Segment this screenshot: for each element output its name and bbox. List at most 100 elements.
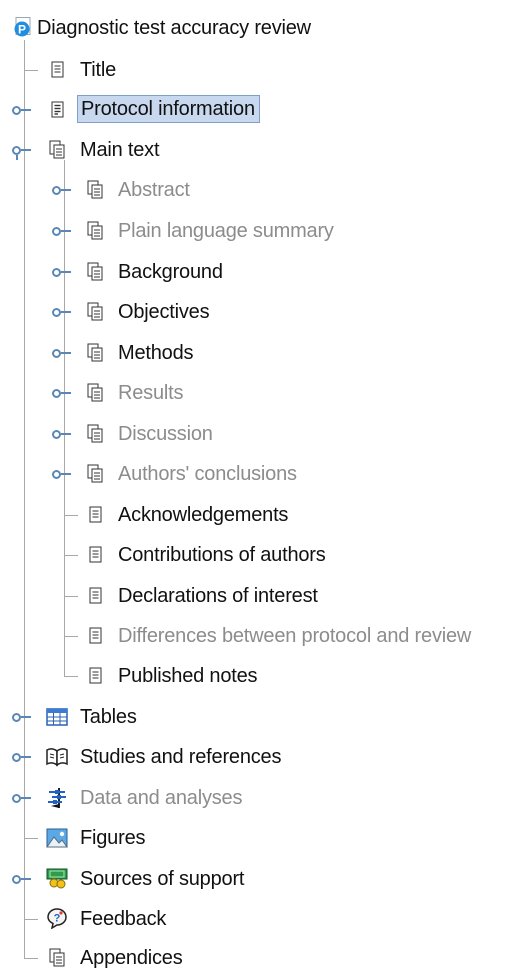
documents-icon <box>86 262 106 282</box>
documents-icon <box>86 221 106 241</box>
tree-item-label: Studies and references <box>80 746 282 768</box>
tree-item-appendices[interactable]: Appendices <box>0 938 526 971</box>
expand-toggle-icon[interactable] <box>52 268 61 277</box>
documents-icon <box>48 948 68 968</box>
tree-item-abstract[interactable]: Abstract <box>0 170 526 210</box>
book-icon <box>46 747 68 767</box>
expand-toggle-icon[interactable] <box>12 794 21 803</box>
tree-item-background[interactable]: Background <box>0 252 526 292</box>
tree-item-label: Methods <box>118 342 194 364</box>
expand-toggle-icon[interactable] <box>12 106 21 115</box>
expand-toggle-icon[interactable] <box>12 713 21 722</box>
review-outline-tree: P Diagnostic test accuracy review Title … <box>0 0 526 971</box>
documents-icon <box>86 302 106 322</box>
tree-item-authors-conclusions[interactable]: Authors' conclusions <box>0 454 526 494</box>
toggle-stem <box>21 756 31 758</box>
table-icon <box>46 707 68 727</box>
tree-item-contributions-of-authors[interactable]: Contributions of authors <box>0 535 526 575</box>
toggle-stem <box>61 271 71 273</box>
tree-item-discussion[interactable]: Discussion <box>0 414 526 454</box>
documents-icon <box>86 383 106 403</box>
review-p-icon: P <box>13 17 33 37</box>
toggle-stem <box>21 878 31 880</box>
tree-item-label: Acknowledgements <box>118 504 289 526</box>
tree-branch <box>64 636 78 637</box>
tree-item-studies-and-references[interactable]: Studies and references <box>0 737 526 777</box>
tree-item-label: Appendices <box>80 947 183 969</box>
tree-item-label: Main text <box>80 139 160 161</box>
tree-branch <box>64 555 78 556</box>
expand-toggle-icon[interactable] <box>52 308 61 317</box>
tree-item-declarations-of-interest[interactable]: Declarations of interest <box>0 576 526 616</box>
tree-item-published-notes[interactable]: Published notes <box>0 656 526 696</box>
toggle-stem <box>21 149 31 151</box>
tree-item-label: Data and analyses <box>80 787 243 809</box>
tree-item-label: Declarations of interest <box>118 585 318 607</box>
toggle-stem <box>21 109 31 111</box>
tree-item-label: Abstract <box>118 179 190 201</box>
document-icon <box>86 586 106 606</box>
expand-toggle-icon[interactable] <box>52 389 61 398</box>
tree-branch <box>24 70 38 71</box>
toggle-stem <box>61 433 71 435</box>
feedback-bubble-icon: ? <box>46 907 67 929</box>
expand-toggle-icon[interactable] <box>52 470 61 479</box>
tree-item-label: Figures <box>80 827 146 849</box>
document-icon <box>86 545 106 565</box>
forest-plot-icon <box>46 787 66 808</box>
expand-toggle-icon[interactable] <box>12 875 21 884</box>
tree-item-label: Differences between protocol and review <box>118 625 472 647</box>
tree-item-figures[interactable]: Figures <box>0 818 526 858</box>
expand-toggle-icon[interactable] <box>52 186 61 195</box>
tree-item-tables[interactable]: Tables <box>0 697 526 737</box>
tree-branch <box>64 596 78 597</box>
toggle-stem <box>61 352 71 354</box>
tree-item-label: Title <box>80 59 117 81</box>
tree-item-results[interactable]: Results <box>0 373 526 413</box>
tree-item-label: Protocol information <box>77 95 260 123</box>
documents-icon <box>86 180 106 200</box>
tree-item-plain-language-summary[interactable]: Plain language summary <box>0 211 526 251</box>
tree-item-label: Plain language summary <box>118 220 334 242</box>
tree-item-label: Discussion <box>118 423 213 445</box>
tree-item-differences-between-protocol-and-review[interactable]: Differences between protocol and review <box>0 616 526 656</box>
tree-item-title[interactable]: Title <box>0 50 526 90</box>
tree-item-objectives[interactable]: Objectives <box>0 292 526 332</box>
tree-item-sources-of-support[interactable]: Sources of support <box>0 859 526 899</box>
documents-icon <box>86 464 106 484</box>
tree-item-protocol-information[interactable]: Protocol information <box>0 90 526 130</box>
document-lines-icon <box>48 100 68 120</box>
expand-toggle-icon[interactable] <box>52 227 61 236</box>
toggle-stem <box>21 797 31 799</box>
toggle-stem <box>61 392 71 394</box>
tree-item-main-text[interactable]: Main text <box>0 130 526 170</box>
svg-text:P: P <box>18 23 26 37</box>
tree-item-label: Published notes <box>118 665 258 687</box>
svg-text:?: ? <box>54 913 61 925</box>
toggle-stem <box>61 311 71 313</box>
toggle-stem <box>61 189 71 191</box>
tree-branch <box>24 958 38 959</box>
expand-toggle-icon[interactable] <box>12 753 21 762</box>
tree-root[interactable]: P Diagnostic test accuracy review <box>0 8 526 48</box>
tree-item-acknowledgements[interactable]: Acknowledgements <box>0 495 526 535</box>
tree-item-data-and-analyses[interactable]: Data and analyses <box>0 778 526 818</box>
document-icon <box>86 626 106 646</box>
tree-item-label: Contributions of authors <box>118 544 326 566</box>
toggle-stem <box>61 473 71 475</box>
tree-item-label: Objectives <box>118 301 210 323</box>
document-icon <box>86 505 106 525</box>
collapse-toggle-icon[interactable] <box>12 146 21 160</box>
money-icon <box>46 867 68 889</box>
tree-item-label: Tables <box>80 706 137 728</box>
tree-branch <box>24 919 38 920</box>
toggle-stem <box>61 230 71 232</box>
documents-icon <box>86 343 106 363</box>
expand-toggle-icon[interactable] <box>52 430 61 439</box>
tree-branch <box>64 676 78 677</box>
root-label: Diagnostic test accuracy review <box>37 17 311 39</box>
tree-item-methods[interactable]: Methods <box>0 333 526 373</box>
tree-item-label: Results <box>118 382 184 404</box>
tree-item-feedback[interactable]: ? Feedback <box>0 899 526 939</box>
expand-toggle-icon[interactable] <box>52 349 61 358</box>
